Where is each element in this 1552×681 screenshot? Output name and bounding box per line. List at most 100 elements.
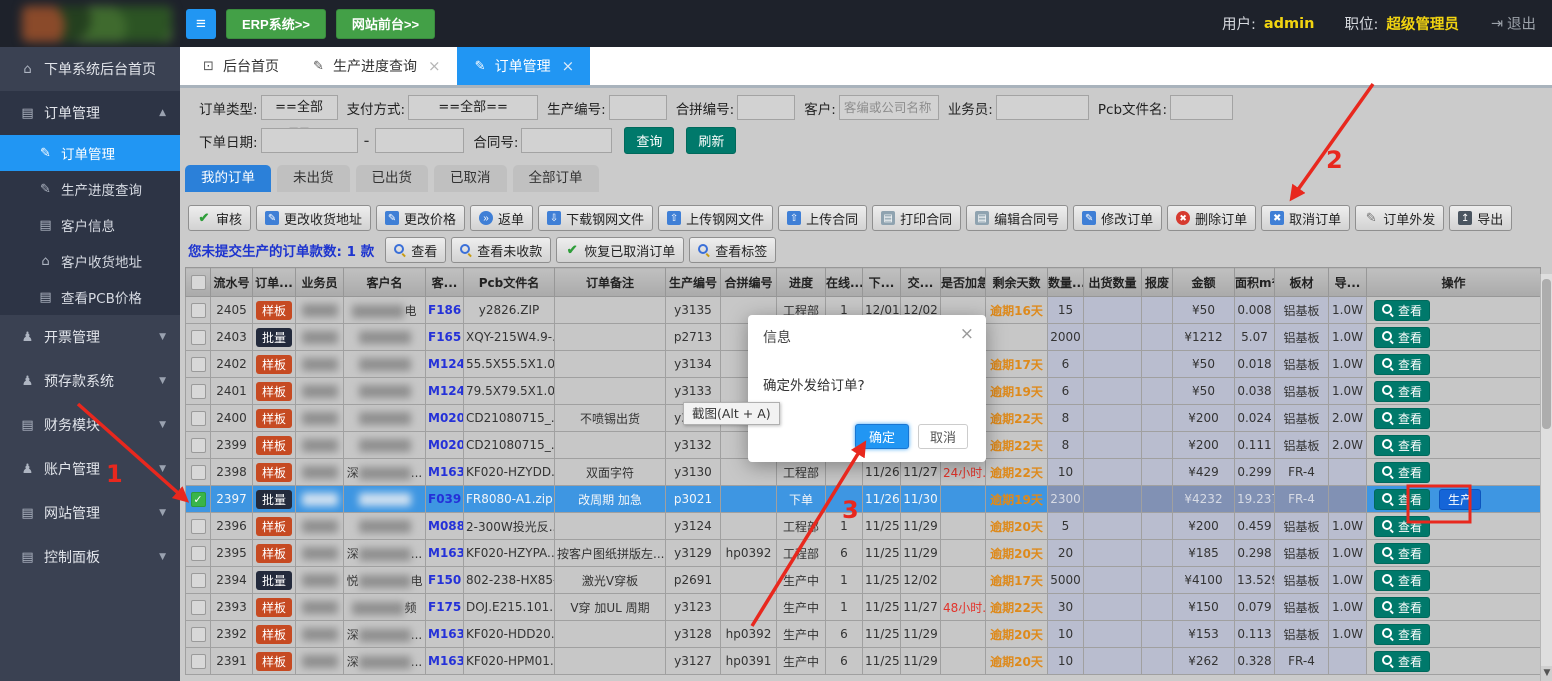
refresh-button[interactable]: 刷新 (686, 127, 736, 154)
table-row[interactable]: 2394批量悦电F150802-238-HX85-...激光V穿板p2691生产… (186, 567, 1541, 594)
production-button[interactable]: 生产 (1439, 489, 1481, 510)
row-checkbox[interactable] (191, 654, 206, 669)
view-button[interactable]: 查看 (1374, 381, 1430, 402)
sidebar-item-finance-module[interactable]: ▤财务模块▼ (0, 403, 180, 447)
order-tab-cancelled[interactable]: 已取消 (434, 165, 507, 192)
view-unsubmitted-button[interactable]: 查看 (385, 237, 446, 263)
row-checkbox[interactable] (191, 411, 206, 426)
view-button[interactable]: 查看 (1374, 300, 1430, 321)
customer-code-link[interactable]: M124 (428, 384, 464, 398)
view-button[interactable]: 查看 (1374, 597, 1430, 618)
restore-cancelled-order-button[interactable]: ✔恢复已取消订单 (556, 237, 684, 263)
customer-code-link[interactable]: M088 (428, 519, 464, 533)
sidebar-item-account-management[interactable]: ♟账户管理▼ (0, 447, 180, 491)
sidebar-item-customer-shipping-address[interactable]: ⌂客户收货地址 (0, 243, 180, 279)
order-tab-my-orders[interactable]: 我的订单 (185, 165, 271, 192)
upload-contract-button[interactable]: ⇧上传合同 (778, 205, 867, 231)
sidebar-item-view-pcb-price[interactable]: ▤查看PCB价格 (0, 279, 180, 315)
scrollbar-thumb[interactable] (1542, 279, 1551, 429)
tab-backend-home[interactable]: ⊡后台首页 (185, 47, 295, 85)
delete-order-button[interactable]: ✖删除订单 (1167, 205, 1256, 231)
table-row[interactable]: 2398样板深...M163KF020-HZYDD...双面字符y3130工程部… (186, 459, 1541, 486)
modify-order-button[interactable]: ✎修改订单 (1073, 205, 1162, 231)
view-button[interactable]: 查看 (1374, 624, 1430, 645)
table-row[interactable]: 2395样板深...M163KF020-HZYPA...按客户图纸拼版左...y… (186, 540, 1541, 567)
row-checkbox[interactable] (191, 465, 206, 480)
view-button[interactable]: 查看 (1374, 516, 1430, 537)
date-to-input[interactable] (375, 128, 464, 153)
audit-button[interactable]: ✔审核 (188, 205, 251, 231)
confirm-button[interactable]: 确定 (855, 424, 909, 449)
site-front-button[interactable]: 网站前台>> (336, 9, 435, 39)
row-checkbox[interactable] (191, 627, 206, 642)
vertical-scrollbar[interactable]: ▼ (1540, 274, 1552, 681)
row-checkbox[interactable] (191, 438, 206, 453)
export-button[interactable]: ↥导出 (1449, 205, 1512, 231)
tab-order-management[interactable]: ✎订单管理× (457, 47, 591, 85)
erp-system-button[interactable]: ERP系统>> (226, 9, 326, 39)
sidebar-item-backend-home[interactable]: ⌂下单系统后台首页 (0, 47, 180, 91)
upload-stencil-file-button[interactable]: ⇧上传钢网文件 (658, 205, 773, 231)
customer-input[interactable] (839, 95, 939, 120)
sidebar-item-order-management[interactable]: ✎订单管理 (0, 135, 180, 171)
table-row[interactable]: 2393样板频F175DOJ.E215.101...V穿 加UL 周期y3123… (186, 594, 1541, 621)
sidebar-item-prepaid-system[interactable]: ♟预存款系统▼ (0, 359, 180, 403)
order-tab-shipped[interactable]: 已出货 (356, 165, 429, 192)
outsource-order-button[interactable]: ✎订单外发 (1355, 205, 1444, 231)
logout-button[interactable]: ⇥ 退出 (1491, 13, 1536, 34)
search-button[interactable]: 查询 (624, 127, 674, 154)
tab-production-progress[interactable]: ✎生产进度查询× (295, 47, 457, 85)
row-checkbox[interactable] (191, 519, 206, 534)
view-button[interactable]: 查看 (1374, 435, 1430, 456)
table-row[interactable]: 2391样板深...M163KF020-HPM01...y3127hp0391生… (186, 648, 1541, 675)
sidebar-toggle-button[interactable]: ≡ (186, 9, 216, 39)
customer-code-link[interactable]: M163 (428, 546, 464, 560)
customer-code-link[interactable]: M163 (428, 627, 464, 641)
customer-code-link[interactable]: F039 (428, 492, 461, 506)
view-unpaid-button[interactable]: 查看未收款 (451, 237, 551, 263)
salesperson-input[interactable] (996, 95, 1089, 120)
row-checkbox[interactable] (191, 330, 206, 345)
view-button[interactable]: 查看 (1374, 489, 1430, 510)
table-row[interactable]: 2396样板M0882-300W投光反...y3124工程部111/2511/2… (186, 513, 1541, 540)
cancel-button[interactable]: 取消 (918, 424, 968, 449)
customer-code-link[interactable]: M020 (428, 438, 464, 452)
order-tab-all-orders[interactable]: 全部订单 (513, 165, 599, 192)
cancel-order-button[interactable]: ✖取消订单 (1261, 205, 1350, 231)
row-checkbox[interactable] (191, 600, 206, 615)
print-contract-button[interactable]: ▤打印合同 (872, 205, 961, 231)
table-row[interactable]: 2392样板深...M163KF020-HDD20...y3128hp0392生… (186, 621, 1541, 648)
contract-no-input[interactable] (521, 128, 612, 153)
change-shipping-address-button[interactable]: ✎更改收货地址 (256, 205, 371, 231)
view-button[interactable]: 查看 (1374, 543, 1430, 564)
close-icon[interactable]: × (960, 324, 974, 344)
view-button[interactable]: 查看 (1374, 327, 1430, 348)
row-checkbox[interactable] (191, 384, 206, 399)
date-from-input[interactable] (261, 128, 358, 153)
row-checkbox[interactable] (191, 573, 206, 588)
reorder-button[interactable]: »返单 (470, 205, 533, 231)
view-button[interactable]: 查看 (1374, 354, 1430, 375)
customer-code-link[interactable]: M163 (428, 465, 464, 479)
row-checkbox[interactable] (191, 357, 206, 372)
sidebar-item-production-progress[interactable]: ✎生产进度查询 (0, 171, 180, 207)
pcb-filename-input[interactable] (1170, 95, 1233, 120)
sidebar-item-customer-info[interactable]: ▤客户信息 (0, 207, 180, 243)
view-button[interactable]: 查看 (1374, 408, 1430, 429)
production-no-input[interactable] (609, 95, 667, 120)
merge-no-input[interactable] (737, 95, 795, 120)
customer-code-link[interactable]: F165 (428, 330, 461, 344)
customer-code-link[interactable]: F150 (428, 573, 461, 587)
row-checkbox[interactable] (191, 303, 206, 318)
sidebar-item-invoice-management[interactable]: ♟开票管理▼ (0, 315, 180, 359)
select-all-checkbox[interactable] (191, 275, 206, 290)
scrollbar-down-arrow[interactable]: ▼ (1541, 666, 1552, 681)
customer-code-link[interactable]: M163 (428, 654, 464, 668)
sidebar-item-control-panel[interactable]: ▤控制面板▼ (0, 535, 180, 579)
edit-contract-no-button[interactable]: ▤编辑合同号 (966, 205, 1068, 231)
customer-code-link[interactable]: M124 (428, 357, 464, 371)
sidebar-item-website-management[interactable]: ▤网站管理▼ (0, 491, 180, 535)
close-icon[interactable]: × (428, 57, 441, 75)
table-row[interactable]: ✓2397批量F039FR8080-A1.zip改周期 加急p3021下单11/… (186, 486, 1541, 513)
close-icon[interactable]: × (562, 57, 575, 75)
